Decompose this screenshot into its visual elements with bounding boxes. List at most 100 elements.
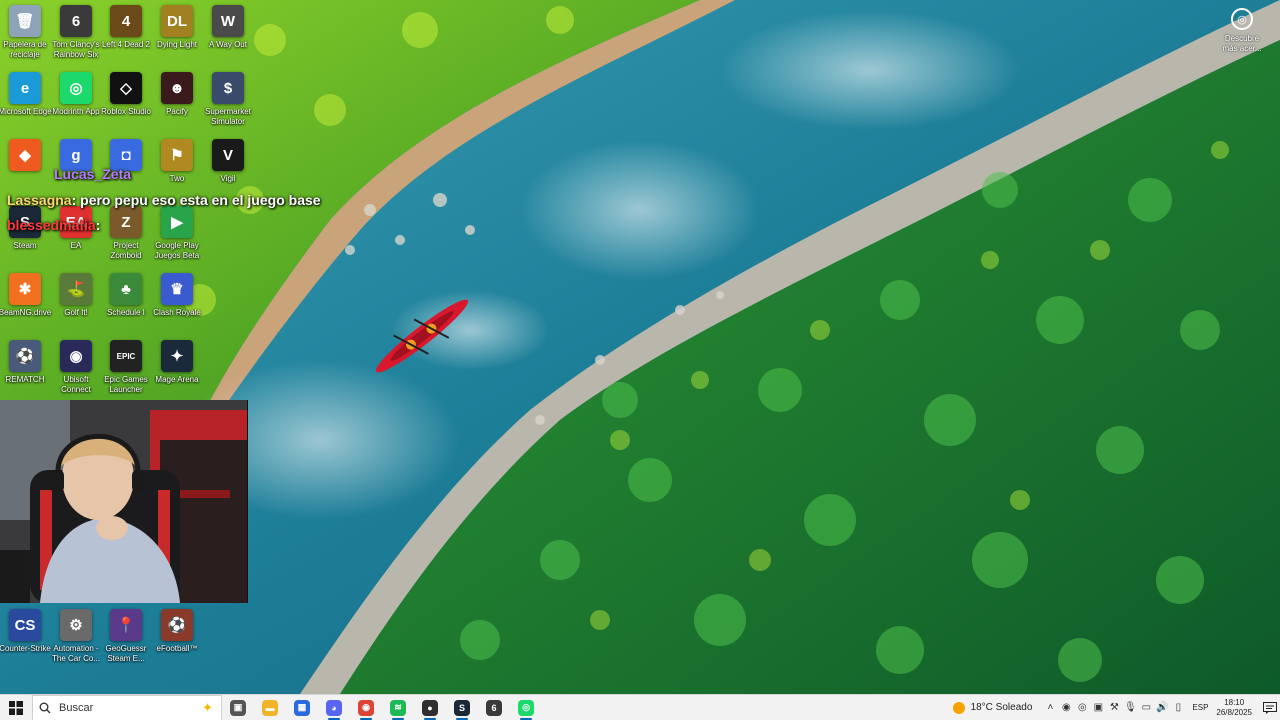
desktop-icon[interactable]: ♛ Clash Royale [152, 273, 202, 337]
desktop-icon-label: Supermarket Simulator [205, 107, 251, 126]
desktop-icon-label: Papelera de reciclaje [3, 40, 47, 59]
modrinth-icon: ◎ [518, 699, 534, 716]
taskbar-app-chrome[interactable]: ◉ [350, 695, 382, 720]
battery-icon[interactable]: ▯ [1170, 695, 1186, 720]
desktop-icon[interactable]: ◉ Ubisoft Connect [51, 340, 101, 404]
taskbar-app-modrinth[interactable]: ◎ [510, 695, 542, 720]
desktop-icon-label: Tom Clancy's Rainbow Six [52, 40, 100, 59]
microsoft-store-icon: ▦ [294, 699, 310, 716]
chat-line-3: blessedmafia: [7, 217, 100, 233]
taskbar-search[interactable]: Buscar ✦ [32, 694, 222, 720]
search-placeholder: Buscar [59, 701, 94, 714]
clock-time: 18:10 [1224, 697, 1245, 707]
discover-widget[interactable]: ◎ Descubre más acer... [1218, 8, 1266, 54]
tray-app-icon[interactable]: ⚒ [1106, 695, 1122, 720]
desktop-icon-label: Pacify [166, 107, 188, 116]
app-icon: ⚽ [161, 609, 193, 641]
desktop-icon[interactable]: 4 Left 4 Dead 2 [101, 5, 151, 69]
desktop-icon[interactable]: DL Dying Light [152, 5, 202, 69]
steam-icon: S [454, 699, 470, 716]
obs-icon: ● [422, 699, 438, 716]
app-icon: 📍 [110, 609, 142, 641]
tray-app-icon[interactable]: ▣ [1090, 695, 1106, 720]
app-icon: ☻ [161, 72, 193, 104]
desktop-icon[interactable]: W A Way Out [203, 5, 253, 69]
desktop-icon[interactable]: ⚽ REMATCH [0, 340, 50, 404]
app-icon: ⚙ [60, 609, 92, 641]
language-indicator[interactable]: ESP [1192, 703, 1208, 712]
discord-icon: ◕ [326, 699, 342, 716]
app-icon: ◉ [60, 340, 92, 372]
app-icon: V [212, 139, 244, 171]
notification-button[interactable] [1260, 695, 1280, 720]
app-icon: $ [212, 72, 244, 104]
desktop-icon[interactable]: ✦ Mage Arena [152, 340, 202, 404]
desktop-icon-label: Modrinth App [52, 107, 100, 116]
tray-app-icon[interactable]: ◉ [1058, 695, 1074, 720]
taskbar-app-file-explorer[interactable]: ▬ [254, 695, 286, 720]
app-icon: e [9, 72, 41, 104]
desktop-icon[interactable]: S Steam [0, 206, 50, 270]
desktop-icon[interactable]: ◇ Roblox Studio [101, 72, 151, 136]
desktop-icon[interactable]: ⚽ eFootball™ [152, 609, 202, 673]
desktop-icon[interactable]: 🗑 Papelera de reciclaje [0, 5, 50, 69]
app-icon: ◆ [9, 139, 41, 171]
weather-widget[interactable]: 18°C Soleado [952, 701, 1032, 714]
desktop-icon-label: Vigil [220, 174, 236, 183]
app-icon: ⚽ [9, 340, 41, 372]
taskbar-app-microsoft-store[interactable]: ▦ [286, 695, 318, 720]
desktop-icon-label: Clash Royale [153, 308, 201, 317]
taskbar-app-discord[interactable]: ◕ [318, 695, 350, 720]
chat-username: Lassagna [7, 192, 72, 208]
volume-icon[interactable]: 🔊 [1154, 695, 1170, 720]
file-explorer-icon: ▬ [262, 699, 278, 716]
taskbar-app-steam[interactable]: S [446, 695, 478, 720]
network-icon[interactable]: ▭ [1138, 695, 1154, 720]
desktop-icon[interactable]: Z Project Zomboid [101, 206, 151, 270]
desktop-icon-label: Steam [13, 241, 37, 250]
taskbar-app-task-view[interactable]: ▣ [222, 695, 254, 720]
app-icon: ✱ [9, 273, 41, 305]
desktop-icon[interactable]: EPIC Epic Games Launcher [101, 340, 151, 404]
taskbar-app-game-app[interactable]: 6 [478, 695, 510, 720]
desktop-icon[interactable]: EA EA [51, 206, 101, 270]
desktop-icon[interactable]: ☻ Pacify [152, 72, 202, 136]
desktop-icon[interactable]: ▶ Google Play Juegos Beta [152, 206, 202, 270]
app-icon: CS [9, 609, 41, 641]
chat-message: : [95, 217, 101, 233]
start-button[interactable] [0, 695, 32, 720]
desktop-icon[interactable]: e Microsoft Edge [0, 72, 52, 136]
desktop-icon-label: eFootball™ [156, 644, 198, 653]
taskbar-app-spotify[interactable]: ≋ [382, 695, 414, 720]
desktop-icon[interactable]: 6 Tom Clancy's Rainbow Six [51, 5, 101, 69]
desktop-icon[interactable]: CS Counter-Strike [0, 609, 51, 673]
search-highlight-icon: ✦ [202, 699, 213, 715]
taskbar-app-obs[interactable]: ● [414, 695, 446, 720]
notification-icon [1263, 701, 1277, 714]
chevron-up-icon[interactable]: ˄ [1042, 695, 1058, 720]
app-icon: ⚑ [161, 139, 193, 171]
desktop-icon-label: Project Zomboid [110, 241, 142, 260]
webcam-overlay [0, 400, 248, 603]
desktop-icon-label: Dying Light [156, 40, 198, 49]
desktop-icon[interactable]: ⛳ Golf It! [51, 273, 101, 337]
sun-icon [952, 701, 965, 714]
desktop-icon-label: Mage Arena [155, 375, 199, 384]
desktop-icon-label: A Way Out [209, 40, 247, 49]
desktop-icon[interactable]: 📍 GeoGuessr Steam E... [101, 609, 151, 673]
app-icon: DL [161, 5, 193, 37]
app-icon: ▶ [161, 206, 193, 238]
desktop-icon-label: Schedule I [107, 308, 145, 317]
desktop-icon[interactable]: ♣ Schedule I [101, 273, 151, 337]
desktop-icon[interactable]: ◎ Modrinth App [51, 72, 101, 136]
desktop-icon[interactable]: ⚙ Automation - The Car Co... [51, 609, 101, 673]
system-tray: 18°C Soleado ˄ ◉ ◎ ▣ ⚒ 🎙 ▭ 🔊 ▯ ESP 18:10… [952, 695, 1280, 720]
app-icon: EPIC [110, 340, 142, 372]
chat-username: blessedmafia [7, 217, 96, 233]
tray-app-icon[interactable]: ◎ [1074, 695, 1090, 720]
microphone-icon[interactable]: 🎙 [1122, 695, 1138, 720]
desktop-icon[interactable]: $ Supermarket Simulator [203, 72, 253, 136]
desktop-icon[interactable]: ✱ BeamNG.drive [0, 273, 51, 337]
desktop-icon-label: Automation - The Car Co... [51, 644, 100, 663]
clock[interactable]: 18:10 26/8/2025 [1216, 698, 1252, 718]
